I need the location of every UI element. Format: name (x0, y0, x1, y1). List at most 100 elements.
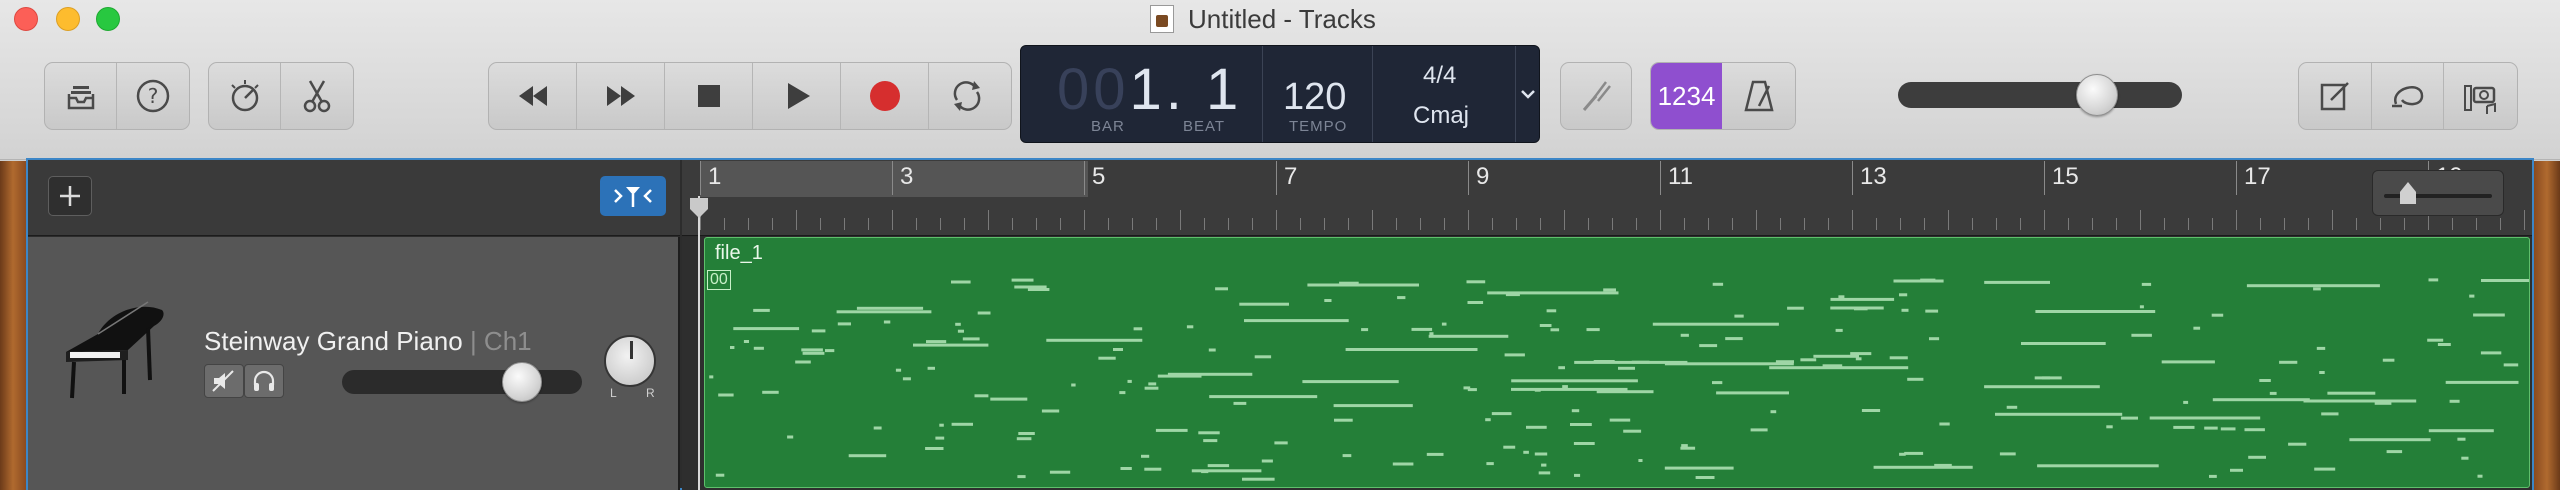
midi-note (1441, 322, 1447, 326)
midi-note (1861, 409, 1881, 412)
count-in-button[interactable]: 1234 (1651, 63, 1723, 129)
midi-note (1609, 418, 1631, 422)
midi-note (1652, 322, 1779, 326)
midi-note (2035, 310, 2156, 313)
midi-note (801, 348, 823, 352)
ruler-beat-tick (1876, 218, 1877, 230)
midi-note (1925, 309, 1939, 313)
zoom-window-button[interactable] (96, 7, 120, 31)
midi-note (962, 337, 980, 341)
smart-controls-icon (230, 80, 259, 112)
ruler-beat-tick (2308, 218, 2309, 230)
time-signature: 4/4 (1423, 62, 1457, 89)
catch-playhead-button[interactable] (600, 176, 666, 216)
ruler-beat-tick (1204, 218, 1205, 230)
beat-label: BEAT (1183, 118, 1226, 135)
master-volume-knob[interactable] (2075, 74, 2118, 116)
solo-button[interactable] (244, 364, 284, 398)
stop-button[interactable] (665, 63, 753, 129)
position-display[interactable]: 001. 1 BAR BEAT (1021, 46, 1263, 142)
midi-note (1734, 314, 1744, 318)
midi-note (1631, 360, 1650, 364)
midi-note (1261, 459, 1273, 463)
master-volume-slider[interactable] (1898, 82, 2182, 108)
rewind-button[interactable] (489, 63, 577, 129)
midi-note (1428, 334, 1509, 338)
track-name[interactable]: Steinway Grand Piano | Ch1 (204, 326, 532, 357)
playhead-line[interactable] (698, 196, 700, 490)
ruler-bar-tick (1276, 161, 1277, 195)
forward-button[interactable] (577, 63, 665, 129)
midi-note (2382, 358, 2395, 362)
ruler-beat-tick (2404, 218, 2405, 230)
midi-note (2327, 391, 2376, 395)
midi-note (1274, 441, 1288, 445)
midi-note (802, 351, 825, 355)
ruler-bar-number: 13 (1860, 163, 1887, 190)
pan-left-label: L (610, 386, 617, 400)
notepad-icon (2320, 82, 2349, 111)
ruler-beat-tick (844, 218, 845, 230)
midi-note (1046, 338, 1143, 342)
midi-note (1770, 410, 1777, 414)
grand-piano-icon (66, 301, 164, 399)
midi-note (1334, 418, 1353, 422)
mute-button[interactable] (204, 364, 244, 398)
midi-note (1699, 344, 1718, 348)
tempo-display[interactable]: 120 TEMPO (1263, 46, 1373, 142)
ruler-beat-tick (1780, 218, 1781, 230)
ruler-beat-tick (1300, 218, 1301, 230)
lcd-display[interactable]: 001. 1 BAR BEAT 120 TEMPO 4/4 Cmaj (1020, 45, 1540, 143)
loops-button[interactable] (2372, 63, 2445, 129)
pan-knob[interactable] (604, 335, 656, 387)
region-name: file_1 (715, 242, 763, 264)
midi-note (1207, 464, 1230, 468)
cycle-region[interactable] (700, 161, 1088, 197)
library-button[interactable] (45, 63, 117, 129)
record-button[interactable] (841, 63, 929, 129)
window-title: Untitled - Tracks (1150, 4, 1376, 34)
ruler-beat-tick (940, 218, 941, 230)
midi-note (1562, 385, 1568, 389)
midi-note (926, 340, 947, 344)
tuner-button[interactable] (1560, 62, 1632, 130)
media-browser-button[interactable] (2444, 63, 2517, 129)
ruler-beat-tick (1396, 218, 1397, 230)
ruler-bar-number: 5 (1092, 163, 1106, 190)
midi-note (1680, 333, 1689, 337)
midi-note (1899, 452, 1906, 456)
signature-key-display[interactable]: 4/4 Cmaj (1373, 46, 1515, 142)
ruler-beat-tick (2476, 218, 2477, 230)
midi-note (1787, 306, 1804, 310)
play-button[interactable] (753, 63, 841, 129)
midi-note (1342, 454, 1352, 458)
minimize-window-button[interactable] (56, 7, 80, 31)
close-window-button[interactable] (14, 7, 38, 31)
ruler-beat-tick (1996, 218, 1997, 230)
midi-note (1546, 309, 1557, 313)
ruler-beat-tick (1372, 210, 1373, 230)
smart-controls-button[interactable] (209, 63, 281, 129)
help-button[interactable]: ? (117, 63, 189, 129)
ruler-beat-tick (1684, 218, 1685, 230)
track-instrument-name: Steinway Grand Piano (204, 326, 463, 356)
cycle-button[interactable] (929, 63, 1005, 129)
add-track-button[interactable] (48, 176, 92, 216)
midi-note (2037, 464, 2159, 468)
bar-leading-digits: 00 (1057, 57, 1130, 122)
midi-note (836, 310, 932, 314)
ruler-beat-tick (988, 210, 989, 230)
track-volume-knob[interactable] (502, 362, 542, 402)
metronome-button[interactable] (1722, 63, 1795, 129)
track-volume-slider[interactable] (342, 370, 582, 394)
track-channel: | Ch1 (469, 326, 532, 356)
editors-button[interactable] (281, 63, 353, 129)
midi-region[interactable]: file_1 00 (704, 237, 2530, 488)
midi-note (1593, 360, 1615, 363)
notepad-button[interactable] (2299, 63, 2372, 129)
midi-note (1144, 467, 1162, 471)
lcd-mode-dropdown[interactable] (1515, 46, 1539, 142)
plus-icon (60, 186, 80, 206)
midi-note (2006, 405, 2018, 409)
midi-note (2106, 425, 2113, 429)
